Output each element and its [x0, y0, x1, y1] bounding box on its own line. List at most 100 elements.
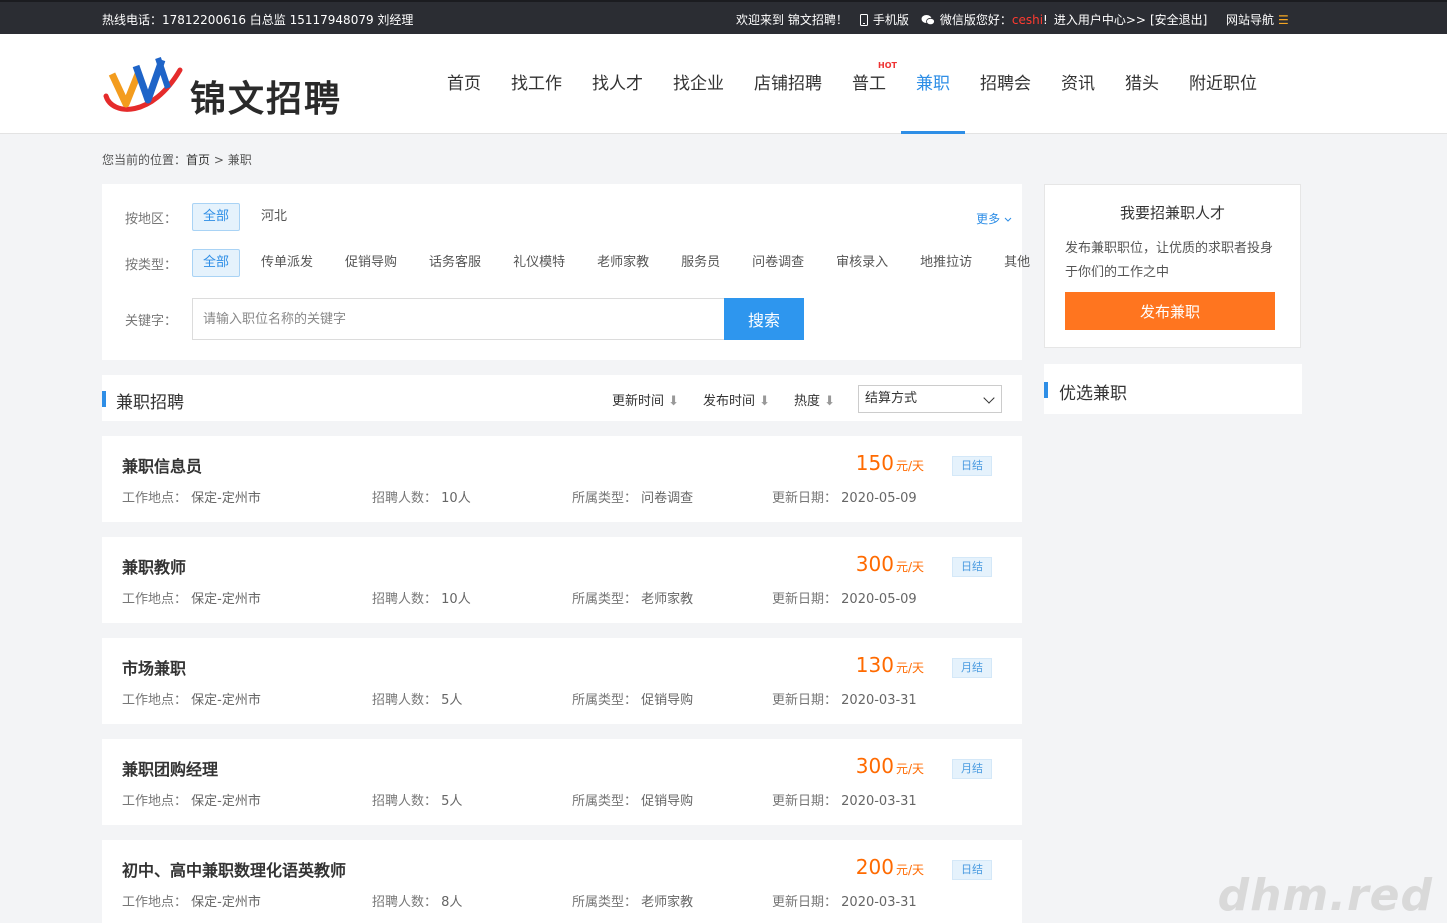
job-salary: 300 元/天	[856, 754, 924, 778]
logo-mark-icon	[103, 57, 183, 112]
search-button[interactable]: 搜索	[724, 298, 804, 340]
job-meta-date: 更新日期： 2020-05-09	[772, 487, 917, 506]
chevron-down-icon	[1004, 217, 1012, 222]
top-bar-links: 欢迎来到 锦文招聘！ 手机版 微信版 您好： ceshi ! 进入用户中心>> …	[736, 11, 1207, 28]
settlement-badge: 日结	[952, 557, 992, 577]
nav-item-label: 猎头	[1125, 74, 1159, 94]
type-option[interactable]: 其他	[993, 249, 1041, 277]
nav-item-label: 找人才	[592, 74, 643, 94]
type-option[interactable]: 老师家教	[586, 249, 660, 277]
logo-text[interactable]: 锦文招聘	[190, 70, 342, 122]
recruit-card: 我要招兼职人才 发布兼职职位，让优质的求职者投身于你们的工作之中 发布兼职	[1044, 184, 1301, 348]
type-option[interactable]: 服务员	[670, 249, 731, 277]
nav-item-2[interactable]: 找人才	[577, 34, 658, 134]
keyword-filter: 关键字： 搜索	[125, 298, 804, 340]
list-header: 兼职招聘 更新时间 ⬇ 发布时间 ⬇ 热度 ⬇ 结算方式	[102, 375, 1022, 421]
nav-item-label: 店铺招聘	[754, 74, 822, 94]
meta-value: 5人	[441, 693, 463, 708]
wechat-link[interactable]: 微信版	[921, 11, 976, 28]
nav-item-1[interactable]: 找工作	[496, 34, 577, 134]
sort-popularity[interactable]: 热度 ⬇	[794, 390, 835, 409]
job-meta-date: 更新日期： 2020-03-31	[772, 689, 917, 708]
type-option[interactable]: 传单派发	[250, 249, 324, 277]
job-title[interactable]: 初中、高中兼职数理化语英教师	[122, 857, 346, 881]
job-meta-type: 所属类型： 促销导购	[572, 689, 693, 708]
nav-item-7[interactable]: 招聘会	[965, 34, 1046, 134]
area-filter: 按地区： 全部 河北	[125, 203, 308, 231]
settlement-badge: 月结	[952, 658, 992, 678]
job-card[interactable]: 初中、高中兼职数理化语英教师 200 元/天 日结 工作地点： 保定-定州市 招聘人数： …	[102, 840, 1022, 923]
job-title[interactable]: 兼职信息员	[122, 453, 202, 477]
job-title[interactable]: 兼职团购经理	[122, 756, 218, 780]
type-filter-label: 按类型：	[125, 257, 178, 273]
salary-amount: 150	[855, 451, 894, 475]
meta-value: 老师家教	[641, 895, 694, 910]
meta-label: 所属类型：	[572, 491, 638, 506]
logout-link[interactable]: [安全退出]	[1150, 11, 1207, 28]
nav-item-label: 普工	[852, 74, 886, 94]
job-card[interactable]: 兼职信息员 150 元/天 日结 工作地点： 保定-定州市 招聘人数： 10人 所属类型： …	[102, 436, 1022, 522]
type-option[interactable]: 话务客服	[418, 249, 492, 277]
nav-item-label: 招聘会	[980, 74, 1031, 94]
more-areas-link[interactable]: 更多	[976, 210, 1012, 227]
job-card[interactable]: 兼职团购经理 300 元/天 月结 工作地点： 保定-定州市 招聘人数： 5人 所属类型： …	[102, 739, 1022, 825]
meta-value: 问卷调查	[641, 491, 694, 506]
nav-item-6[interactable]: 兼职	[901, 34, 965, 134]
type-option[interactable]: 问卷调查	[741, 249, 815, 277]
type-option[interactable]: 审核录入	[825, 249, 899, 277]
job-meta-date: 更新日期： 2020-03-31	[772, 790, 917, 809]
salary-unit: 元/天	[895, 863, 924, 877]
sort-publish-time[interactable]: 发布时间 ⬇	[703, 390, 770, 409]
meta-value: 8人	[441, 895, 463, 910]
type-option[interactable]: 礼仪模特	[502, 249, 576, 277]
breadcrumb-prefix: 您当前的位置：	[102, 153, 187, 167]
nav-item-0[interactable]: 首页	[432, 34, 496, 134]
job-meta-type: 所属类型： 老师家教	[572, 891, 693, 910]
meta-value: 保定-定州市	[191, 693, 261, 708]
nav-item-3[interactable]: 找企业	[658, 34, 739, 134]
nav-item-label: 附近职位	[1189, 74, 1257, 94]
meta-value: 促销导购	[641, 794, 694, 809]
mobile-link[interactable]: 手机版	[859, 11, 909, 28]
job-title[interactable]: 市场兼职	[122, 655, 186, 679]
settlement-badge: 日结	[952, 456, 992, 476]
job-card[interactable]: 市场兼职 130 元/天 月结 工作地点： 保定-定州市 招聘人数： 5人 所属类型： 促销…	[102, 638, 1022, 724]
recruit-description: 发布兼职职位，让优质的求职者投身于你们的工作之中	[1065, 241, 1274, 280]
area-option[interactable]: 全部	[192, 203, 241, 231]
arrow-down-icon: ⬇	[755, 394, 771, 409]
job-card[interactable]: 兼职教师 300 元/天 日结 工作地点： 保定-定州市 招聘人数： 10人 所属类型： 老…	[102, 537, 1022, 623]
meta-value: 保定-定州市	[191, 491, 261, 506]
job-title[interactable]: 兼职教师	[122, 554, 186, 578]
breadcrumb-home[interactable]: 首页	[186, 153, 210, 167]
salary-unit: 元/天	[895, 459, 924, 473]
nav-item-5[interactable]: 普工 HOT	[837, 34, 901, 134]
job-meta-count: 招聘人数： 5人	[372, 790, 462, 809]
type-option[interactable]: 全部	[192, 249, 241, 277]
job-salary: 130 元/天	[856, 653, 924, 677]
hotline-text: 热线电话：17812200616 白总监 15117948079 刘经理	[102, 13, 414, 27]
type-option[interactable]: 地推拉访	[909, 249, 983, 277]
nav-item-9[interactable]: 猎头	[1110, 34, 1174, 134]
meta-value: 老师家教	[641, 592, 694, 607]
settlement-select[interactable]: 结算方式	[858, 385, 1002, 413]
sitemap-link[interactable]: 网站导航 ☰	[1226, 11, 1289, 28]
area-option[interactable]: 河北	[250, 203, 298, 231]
username[interactable]: ceshi	[1012, 13, 1043, 27]
nav-item-8[interactable]: 资讯	[1046, 34, 1110, 134]
meta-label: 更新日期：	[772, 693, 838, 708]
meta-value: 2020-05-09	[841, 491, 917, 506]
meta-label: 招聘人数：	[372, 895, 438, 910]
publish-parttime-button[interactable]: 发布兼职	[1065, 292, 1275, 330]
user-center-link[interactable]: 进入用户中心>>	[1054, 11, 1146, 28]
arrow-down-icon: ⬇	[820, 394, 836, 409]
nav-item-4[interactable]: 店铺招聘	[739, 34, 837, 134]
sort-update-time[interactable]: 更新时间 ⬇	[612, 390, 679, 409]
job-meta-location: 工作地点： 保定-定州市	[122, 891, 261, 910]
keyword-input[interactable]	[192, 298, 724, 340]
meta-value: 保定-定州市	[191, 794, 261, 809]
meta-label: 所属类型：	[572, 592, 638, 607]
type-option[interactable]: 促销导购	[334, 249, 408, 277]
nav-item-label: 兼职	[916, 74, 950, 94]
nav-item-10[interactable]: 附近职位	[1174, 34, 1272, 134]
welcome-text: 欢迎来到 锦文招聘！	[736, 13, 848, 27]
